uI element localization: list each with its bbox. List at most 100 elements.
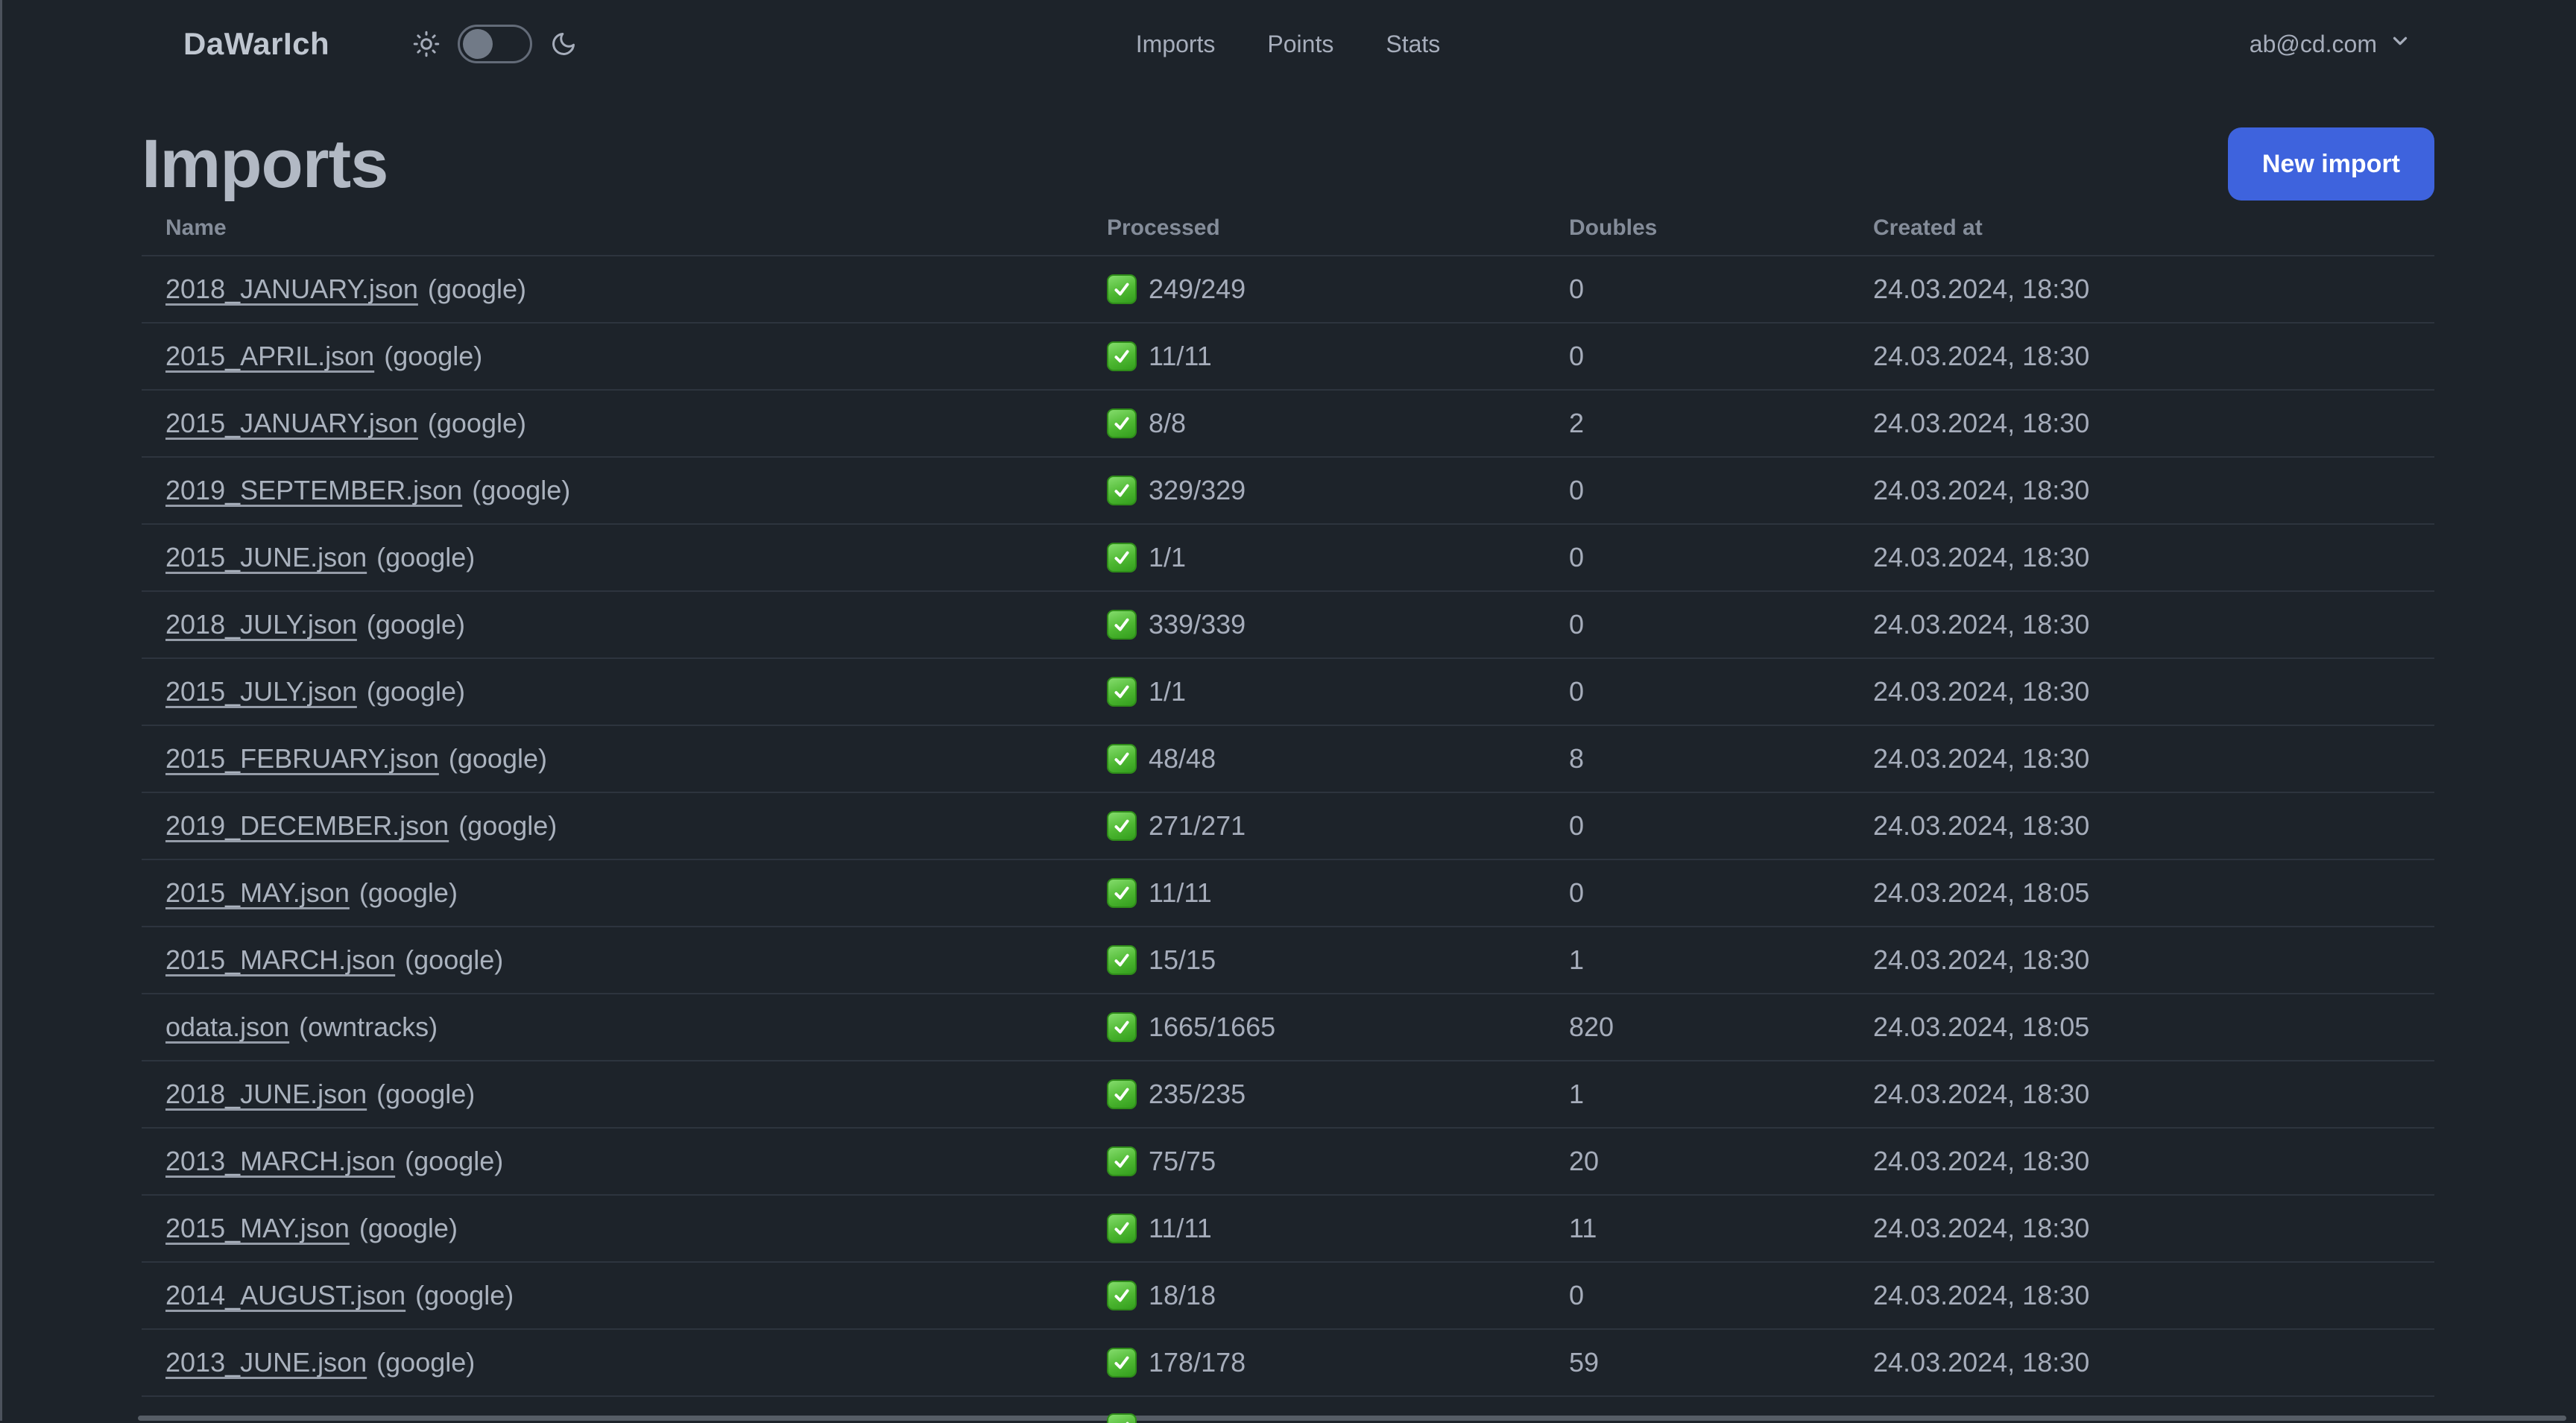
import-file-link[interactable]: odata.json: [165, 1012, 289, 1043]
check-mark-button-icon: [1107, 1348, 1137, 1378]
account-email: ab@cd.com: [2249, 30, 2377, 57]
doubles-cell: 0: [1569, 1280, 1585, 1310]
table-row: 2015_JUNE.json (google) 1/1 0 24.03.2024…: [142, 523, 2434, 590]
imports-table: Name Processed Doubles Created at 2018_J…: [142, 201, 2434, 1423]
nav-stats[interactable]: Stats: [1386, 31, 1440, 58]
doubles-cell: 1: [1569, 944, 1585, 975]
processed-cell: 11/11: [1083, 877, 1545, 909]
check-mark-button-icon: [1107, 744, 1137, 774]
doubles-cell: 8: [1569, 743, 1585, 774]
table-row: 2015_FEBRUARY.json (google) 48/48 8 24.0…: [142, 725, 2434, 792]
import-file-link[interactable]: 2015_MAY.json: [165, 877, 350, 909]
import-source-label: (google): [427, 408, 526, 438]
doubles-cell: 0: [1569, 810, 1585, 841]
name-cell: 2019_SEPTEMBER.json (google): [142, 475, 1083, 506]
import-file-link[interactable]: 2015_JANUARY.json: [165, 408, 418, 439]
processed-cell: 235/235: [1083, 1079, 1545, 1110]
doubles-cell: 820: [1569, 1012, 1614, 1042]
theme-switch-knob[interactable]: [463, 29, 493, 59]
check-mark-button-icon: [1107, 341, 1137, 371]
check-mark-button-icon: [1107, 1214, 1137, 1243]
name-cell: 2018_JANUARY.json (google): [142, 274, 1083, 305]
import-file-link[interactable]: 2013_JUNE.json: [165, 1347, 367, 1378]
column-header-created-at: Created at: [1873, 215, 1983, 240]
import-source-label: (google): [384, 341, 483, 371]
created-at-cell: 24.03.2024, 18:30: [1873, 1347, 2090, 1378]
import-file-link[interactable]: 2015_JULY.json: [165, 676, 357, 707]
import-file-link[interactable]: 2018_JANUARY.json: [165, 274, 418, 305]
import-file-link[interactable]: 2015_FEBRUARY.json: [165, 743, 439, 774]
processed-count: 1/1: [1149, 542, 1187, 572]
name-cell: odata.json (owntracks): [142, 1012, 1083, 1043]
table-body: 2018_JANUARY.json (google) 249/249 0 24.…: [142, 255, 2434, 1395]
import-file-link[interactable]: 2018_JUNE.json: [165, 1079, 367, 1110]
doubles-cell: 0: [1569, 877, 1585, 908]
check-mark-button-icon: [1107, 610, 1137, 640]
processed-count: 15/15: [1149, 944, 1216, 975]
import-source-label: (google): [376, 1347, 476, 1378]
import-file-link[interactable]: 2019_DECEMBER.json: [165, 810, 449, 842]
processed-count: 339/339: [1149, 609, 1246, 640]
created-at-cell: 24.03.2024, 18:30: [1873, 1213, 2090, 1243]
doubles-cell: 20: [1569, 1146, 1600, 1176]
name-cell: 2015_JANUARY.json (google): [142, 408, 1083, 439]
account-menu[interactable]: ab@cd.com: [2250, 0, 2411, 88]
check-mark-button-icon: [1107, 476, 1137, 505]
check-mark-button-icon: [1107, 1012, 1137, 1042]
import-file-link[interactable]: 2015_MAY.json: [165, 1213, 350, 1244]
main-nav: Imports Points Stats: [1136, 0, 1441, 88]
check-mark-button-icon: [1107, 1281, 1137, 1310]
name-cell: 2015_MAY.json (google): [142, 877, 1083, 909]
nav-imports[interactable]: Imports: [1136, 31, 1216, 58]
horizontal-scrollbar[interactable]: [138, 1416, 2566, 1421]
doubles-cell: 2: [1569, 408, 1585, 438]
created-at-cell: 24.03.2024, 18:30: [1873, 676, 2090, 707]
import-source-label: (google): [366, 609, 465, 640]
check-mark-button-icon: [1107, 677, 1137, 707]
processed-cell: 11/11: [1083, 1213, 1545, 1244]
topbar: DaWarIch Imports Points Stats ab@cd.com: [0, 0, 2576, 88]
theme-switch[interactable]: [458, 25, 533, 63]
created-at-cell: 24.03.2024, 18:30: [1873, 1146, 2090, 1176]
import-file-link[interactable]: 2014_AUGUST.json: [165, 1280, 405, 1311]
doubles-cell: 59: [1569, 1347, 1600, 1378]
doubles-cell: 1: [1569, 1079, 1585, 1109]
column-header-doubles: Doubles: [1569, 215, 1658, 240]
processed-count: 329/329: [1149, 475, 1246, 505]
name-cell: 2015_JUNE.json (google): [142, 542, 1083, 573]
table-row: 2014_AUGUST.json (google) 18/18 0 24.03.…: [142, 1261, 2434, 1328]
import-source-label: (google): [366, 676, 465, 707]
theme-toggle-group: [413, 25, 577, 63]
import-file-link[interactable]: 2019_SEPTEMBER.json: [165, 475, 462, 506]
created-at-cell: 24.03.2024, 18:30: [1873, 1280, 2090, 1310]
window-left-edge: [0, 0, 2, 1421]
name-cell: 2015_MARCH.json (google): [142, 944, 1083, 976]
table-row: 2019_DECEMBER.json (google) 271/271 0 24…: [142, 792, 2434, 859]
table-row: odata.json (owntracks) 1665/1665 820 24.…: [142, 993, 2434, 1060]
doubles-cell: 0: [1569, 676, 1585, 707]
processed-count: 18/18: [1149, 1280, 1216, 1310]
import-file-link[interactable]: 2018_JULY.json: [165, 609, 357, 640]
import-file-link[interactable]: 2015_MARCH.json: [165, 944, 395, 976]
import-file-link[interactable]: 2015_APRIL.json: [165, 341, 374, 372]
processed-cell: 1/1: [1083, 676, 1545, 707]
import-file-link[interactable]: 2013_MARCH.json: [165, 1146, 395, 1177]
new-import-button[interactable]: New import: [2227, 127, 2434, 201]
sun-icon: [413, 31, 440, 57]
created-at-cell: 24.03.2024, 18:30: [1873, 743, 2090, 774]
processed-cell: 249/249: [1083, 274, 1545, 305]
doubles-cell: 11: [1569, 1213, 1597, 1243]
table-row: 2018_JULY.json (google) 339/339 0 24.03.…: [142, 590, 2434, 657]
import-source-label: (google): [405, 944, 504, 975]
name-cell: 2018_JULY.json (google): [142, 609, 1083, 640]
doubles-cell: 0: [1569, 542, 1585, 572]
check-mark-button-icon: [1107, 408, 1137, 438]
processed-cell: 178/178: [1083, 1347, 1545, 1378]
processed-count: 48/48: [1149, 743, 1216, 774]
column-header-name: Name: [165, 215, 227, 240]
created-at-cell: 24.03.2024, 18:30: [1873, 609, 2090, 640]
import-file-link[interactable]: 2015_JUNE.json: [165, 542, 367, 573]
nav-points[interactable]: Points: [1267, 31, 1333, 58]
processed-count: 75/75: [1149, 1146, 1216, 1176]
import-source-label: (google): [376, 542, 476, 572]
